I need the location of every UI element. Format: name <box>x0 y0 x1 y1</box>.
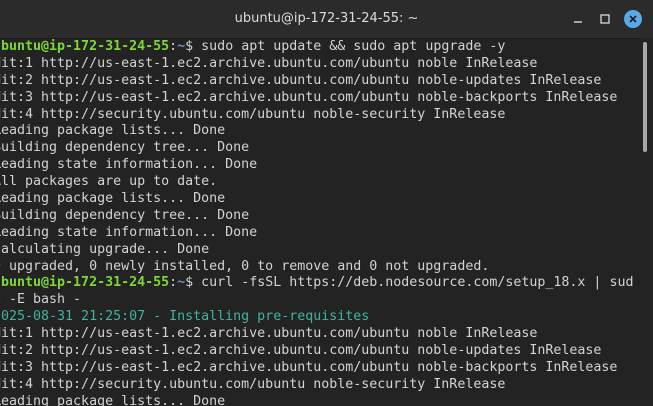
output-line: Reading package lists... Done <box>0 191 633 208</box>
terminal-output[interactable]: ubuntu@ip-172-31-24-55:~$ sudo apt updat… <box>0 38 640 406</box>
output-line: Hit:1 http://us-east-1.ec2.archive.ubunt… <box>0 56 633 73</box>
output-text: Building dependency tree... Done <box>0 140 250 156</box>
output-line: Reading package lists... Done <box>0 394 633 406</box>
maximize-icon <box>600 14 610 24</box>
output-text: 0 upgraded, 0 newly installed, 0 to remo… <box>0 258 490 274</box>
output-line: Hit:4 http://security.ubuntu.com/ubuntu … <box>0 377 633 394</box>
close-icon <box>629 15 637 23</box>
output-text: Reading package lists... Done <box>0 123 226 139</box>
output-line: Building dependency tree... Done <box>0 208 633 225</box>
prompt-line: ubuntu@ip-172-31-24-55:~$ sudo apt updat… <box>0 39 633 56</box>
title-bar[interactable]: ubuntu@ip-172-31-24-55: ~ <box>0 0 653 39</box>
command-text: curl -fsSL https://deb.nodesource.com/se… <box>201 275 634 291</box>
prompt-separator: : <box>169 39 178 54</box>
output-text: Building dependency tree... Done <box>0 207 250 223</box>
output-text: Hit:2 http://us-east-1.ec2.archive.ubunt… <box>0 343 602 359</box>
output-line: Reading state information... Done <box>0 225 633 242</box>
prompt-line: ubuntu@ip-172-31-24-55:~$ curl -fsSL htt… <box>0 275 633 292</box>
prompt-symbol: $ <box>185 39 202 54</box>
terminal-window: ubuntu@ip-172-31-24-55: ~ ubuntu@ip-172-… <box>0 0 653 406</box>
window-title: ubuntu@ip-172-31-24-55: ~ <box>234 11 419 26</box>
output-text: All packages are up to date. <box>0 174 218 190</box>
output-line: Hit:2 http://us-east-1.ec2.archive.ubunt… <box>0 343 633 360</box>
output-text: o -E bash - <box>0 292 82 308</box>
output-line: Building dependency tree... Done <box>0 140 633 157</box>
scrollbar-thumb[interactable] <box>643 42 647 152</box>
command-text: sudo apt update && sudo apt upgrade -y <box>201 39 506 54</box>
status-text: 2025-08-31 21:25:07 - Installing pre-req… <box>0 309 370 325</box>
minimize-icon <box>574 21 582 23</box>
output-line: Hit:2 http://us-east-1.ec2.archive.ubunt… <box>0 73 633 90</box>
maximize-button[interactable] <box>596 10 614 28</box>
prompt-user-host: ubuntu@ip-172-31-24-55 <box>0 275 170 291</box>
status-line: 2025-08-31 21:25:07 - Installing pre-req… <box>0 309 633 326</box>
output-line: Calculating upgrade... Done <box>0 242 633 259</box>
output-text: Hit:2 http://us-east-1.ec2.archive.ubunt… <box>0 72 602 88</box>
prompt-user-host: ubuntu@ip-172-31-24-55 <box>0 39 170 54</box>
output-line: All packages are up to date. <box>0 174 633 191</box>
output-text: Reading state information... Done <box>0 224 258 240</box>
output-line: Hit:4 http://security.ubuntu.com/ubuntu … <box>0 107 633 124</box>
output-text: Reading package lists... Done <box>0 191 226 207</box>
minimize-button[interactable] <box>569 10 587 28</box>
output-line: 0 upgraded, 0 newly installed, 0 to remo… <box>0 259 633 276</box>
terminal-lines: ubuntu@ip-172-31-24-55:~$ sudo apt updat… <box>0 39 633 406</box>
output-line: o -E bash - <box>0 292 633 309</box>
output-line: Hit:3 http://us-east-1.ec2.archive.ubunt… <box>0 360 633 377</box>
prompt-path: ~ <box>177 275 186 291</box>
output-text: Hit:3 http://us-east-1.ec2.archive.ubunt… <box>0 359 618 375</box>
prompt-symbol: $ <box>185 275 202 291</box>
close-button[interactable] <box>624 10 642 28</box>
vertical-scrollbar[interactable] <box>640 38 653 406</box>
output-line: Hit:3 http://us-east-1.ec2.archive.ubunt… <box>0 90 633 107</box>
output-text: Hit:1 http://us-east-1.ec2.archive.ubunt… <box>0 326 538 342</box>
output-text: Calculating upgrade... Done <box>0 241 210 257</box>
output-text: Hit:1 http://us-east-1.ec2.archive.ubunt… <box>0 55 538 71</box>
prompt-path: ~ <box>177 39 186 54</box>
prompt-separator: : <box>169 275 178 291</box>
output-line: Reading state information... Done <box>0 157 633 174</box>
output-line: Reading package lists... Done <box>0 123 633 140</box>
output-text: Hit:4 http://security.ubuntu.com/ubuntu … <box>0 376 506 392</box>
output-text: Reading package lists... Done <box>0 393 226 406</box>
output-line: Hit:1 http://us-east-1.ec2.archive.ubunt… <box>0 326 633 343</box>
output-text: Hit:3 http://us-east-1.ec2.archive.ubunt… <box>0 89 618 105</box>
output-text: Reading state information... Done <box>0 157 258 173</box>
output-text: Hit:4 http://security.ubuntu.com/ubuntu … <box>0 106 506 122</box>
